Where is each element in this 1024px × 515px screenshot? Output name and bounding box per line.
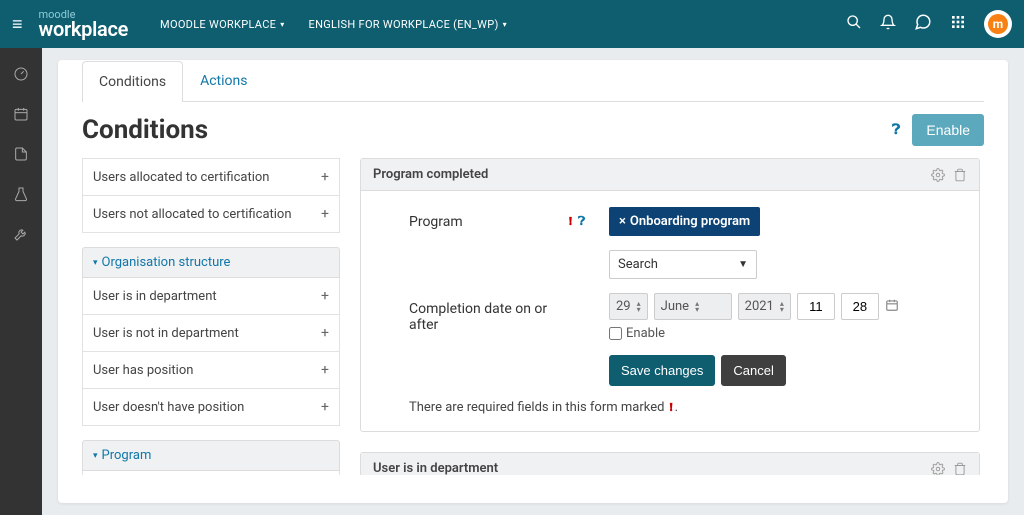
cond-user-has-position[interactable]: User has position+ <box>82 352 340 389</box>
sidebar-item-file[interactable] <box>0 136 42 172</box>
tab-conditions[interactable]: Conditions <box>82 61 183 102</box>
year-select[interactable]: 2021▴▾ <box>738 293 791 320</box>
add-icon: + <box>321 288 329 304</box>
save-button[interactable]: Save changes <box>609 355 715 386</box>
calendar-icon[interactable] <box>885 298 899 316</box>
cond-user-no-position[interactable]: User doesn't have position+ <box>82 389 340 426</box>
add-icon: + <box>321 206 329 222</box>
cond-user-not-in-dept[interactable]: User is not in department+ <box>82 315 340 352</box>
program-chip[interactable]: ×Onboarding program <box>609 207 760 236</box>
add-icon: + <box>321 362 329 378</box>
avatar[interactable]: m <box>984 10 1012 38</box>
apps-icon[interactable] <box>950 14 966 34</box>
sidebar-item-calendar[interactable] <box>0 96 42 132</box>
dept-block-title: User is in department <box>373 461 498 475</box>
trash-icon[interactable] <box>953 462 967 476</box>
chevron-down-icon: ▼ <box>738 259 748 270</box>
user-in-dept-block: User is in department Department ❗︎ <box>360 452 980 475</box>
bell-icon[interactable] <box>880 14 896 34</box>
trash-icon[interactable] <box>953 168 967 182</box>
cancel-button[interactable]: Cancel <box>721 355 785 386</box>
sidebar-item-speedometer[interactable] <box>0 56 42 92</box>
chat-icon[interactable] <box>914 13 932 35</box>
program-search-dropdown[interactable]: Search▼ <box>609 250 757 279</box>
enable-button[interactable]: Enable <box>912 114 984 146</box>
date-enable-row[interactable]: Enable <box>609 326 665 341</box>
cond-program-completed[interactable]: Program completed+ <box>82 471 340 475</box>
add-icon: + <box>321 169 329 185</box>
program-block-title: Program completed <box>373 167 488 182</box>
sidebar <box>0 48 42 515</box>
tabs: Conditions Actions <box>82 60 984 102</box>
cond-users-not-allocated-cert[interactable]: Users not allocated to certification+ <box>82 196 340 233</box>
minute-input[interactable] <box>841 293 879 320</box>
sidebar-item-flask[interactable] <box>0 176 42 212</box>
logo[interactable]: moodle workplace <box>39 10 129 38</box>
conditions-list: Users allocated to certification+ Users … <box>82 158 340 475</box>
logo-large-text: workplace <box>39 20 129 38</box>
program-completed-block: Program completed Program ❗︎ ❓︎ <box>360 158 980 432</box>
hour-input[interactable] <box>797 293 835 320</box>
day-select[interactable]: 29▴▾ <box>609 293 648 320</box>
settings-icon[interactable] <box>931 462 945 476</box>
nav-english-workplace[interactable]: ENGLISH FOR WORKPLACE (EN_WP) <box>309 18 507 31</box>
sidebar-item-tools[interactable] <box>0 216 42 252</box>
program-label: Program <box>409 214 569 230</box>
search-icon[interactable] <box>846 14 862 34</box>
completion-date-label: Completion date on or after <box>409 301 569 333</box>
group-program[interactable]: Program <box>82 440 340 471</box>
cond-users-allocated-cert[interactable]: Users allocated to certification+ <box>82 158 340 196</box>
tab-actions[interactable]: Actions <box>183 60 264 101</box>
settings-icon[interactable] <box>931 168 945 182</box>
help-icon[interactable]: ❓︎ <box>578 214 585 229</box>
date-enable-checkbox[interactable] <box>609 327 622 340</box>
month-select[interactable]: June▴▾ <box>654 293 732 320</box>
group-org-structure[interactable]: Organisation structure <box>82 247 340 278</box>
add-icon: + <box>321 399 329 415</box>
required-icon: ❗︎ <box>569 215 572 229</box>
required-note: There are required fields in this form m… <box>409 400 955 415</box>
hamburger-icon[interactable]: ≡ <box>12 14 23 35</box>
help-icon[interactable]: ❓︎ <box>892 122 900 138</box>
nav-moodle-workplace[interactable]: MOODLE WORKPLACE <box>160 18 285 31</box>
add-icon: + <box>321 325 329 341</box>
remove-chip-icon: × <box>619 214 626 229</box>
cond-user-in-dept[interactable]: User is in department+ <box>82 278 340 315</box>
page-title: Conditions <box>82 115 208 145</box>
